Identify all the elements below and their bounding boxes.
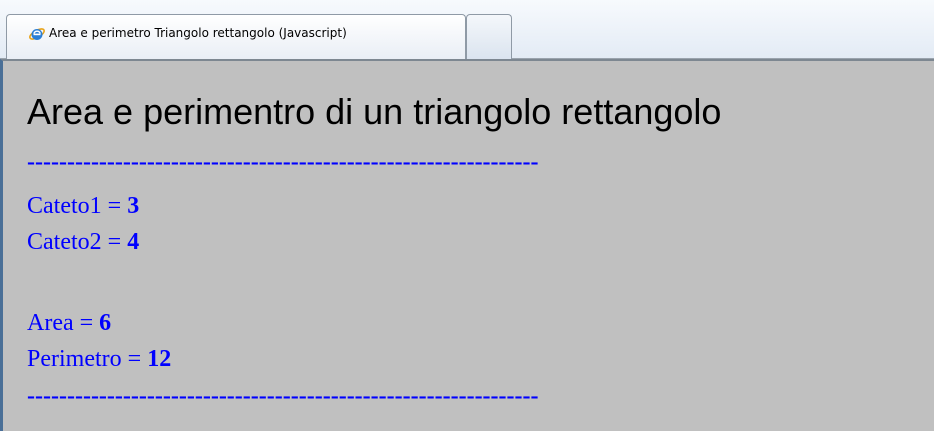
separator-bottom: ----------------------------------------… [27,383,539,409]
internet-explorer-icon [28,25,46,43]
separator-top: ----------------------------------------… [27,149,539,175]
result-line-cateto1: Cateto1 = 3 [27,192,139,220]
browser-tab-bar: Area e perimetro Triangolo rettangolo (J… [0,0,934,59]
browser-tab-active[interactable]: Area e perimetro Triangolo rettangolo (J… [6,14,466,59]
result-line-area: Area = 6 [27,309,111,337]
result-label: Perimetro = [27,346,148,372]
result-value: 4 [127,229,140,255]
result-line-perimetro: Perimetro = 12 [27,345,171,373]
page-content: Area e perimentro di un triangolo rettan… [0,59,934,431]
result-line-cateto2: Cateto2 = 4 [27,228,139,256]
result-label: Cateto1 = [27,193,128,219]
tab-title: Area e perimetro Triangolo rettangolo (J… [49,26,347,40]
result-label: Cateto2 = [27,229,128,255]
result-value: 12 [147,346,172,372]
result-value: 3 [127,193,140,219]
page-title: Area e perimentro di un triangolo rettan… [27,91,722,132]
new-tab-button[interactable] [466,14,512,59]
result-value: 6 [99,310,112,336]
result-label: Area = [27,310,100,336]
